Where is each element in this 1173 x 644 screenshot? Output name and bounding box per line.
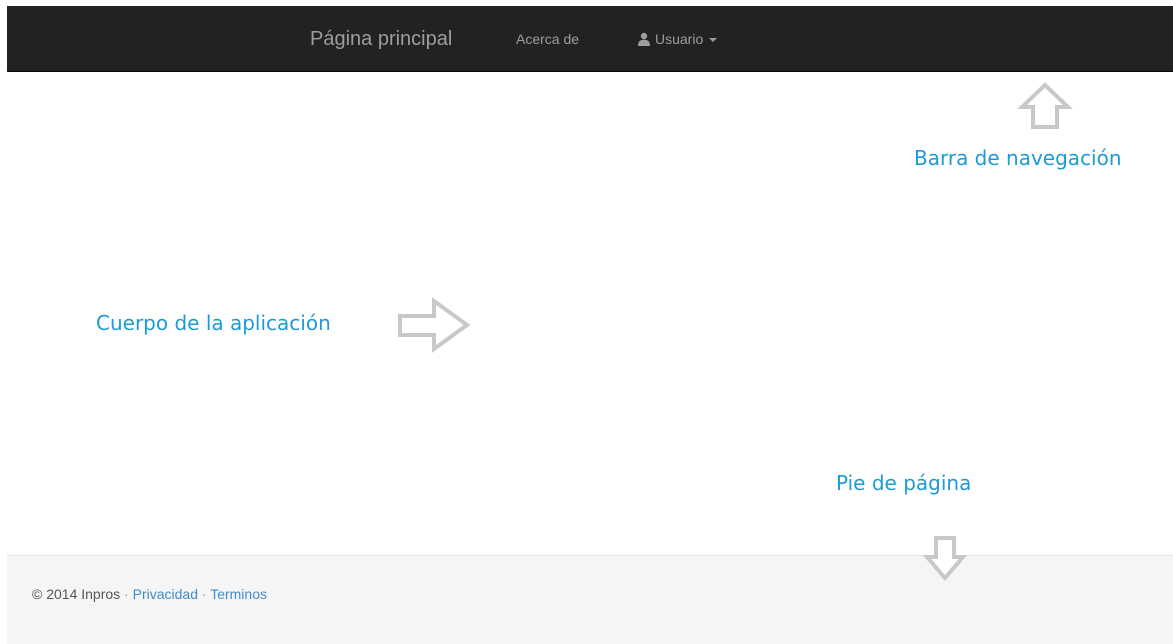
terms-link[interactable]: Terminos [210,586,267,602]
annotation-body: Cuerpo de la aplicación [96,311,331,335]
footer-separator: · [124,586,129,602]
nav-link-about[interactable]: Acerca de [516,6,579,72]
up-arrow-icon [1017,82,1073,129]
page: Página principal Acerca de Usuario Barra… [0,0,1173,644]
down-arrow-icon [923,536,967,582]
footer: © 2014 Inpros · Privacidad · Terminos [7,555,1173,644]
user-icon [638,32,650,46]
footer-copyright: © 2014 Inpros [32,586,121,602]
caret-down-icon [709,38,718,42]
footer-text: © 2014 Inpros · Privacidad · Terminos [32,586,267,602]
annotation-navbar: Barra de navegación [914,146,1122,170]
privacy-link[interactable]: Privacidad [133,586,198,602]
navbar: Página principal Acerca de Usuario [7,6,1173,72]
nav-user-label: Usuario [655,31,704,47]
nav-user-dropdown[interactable]: Usuario [637,6,718,72]
navbar-brand[interactable]: Página principal [310,6,452,72]
annotation-footer: Pie de página [836,471,972,495]
footer-separator: · [201,586,207,602]
right-arrow-icon [398,297,471,353]
